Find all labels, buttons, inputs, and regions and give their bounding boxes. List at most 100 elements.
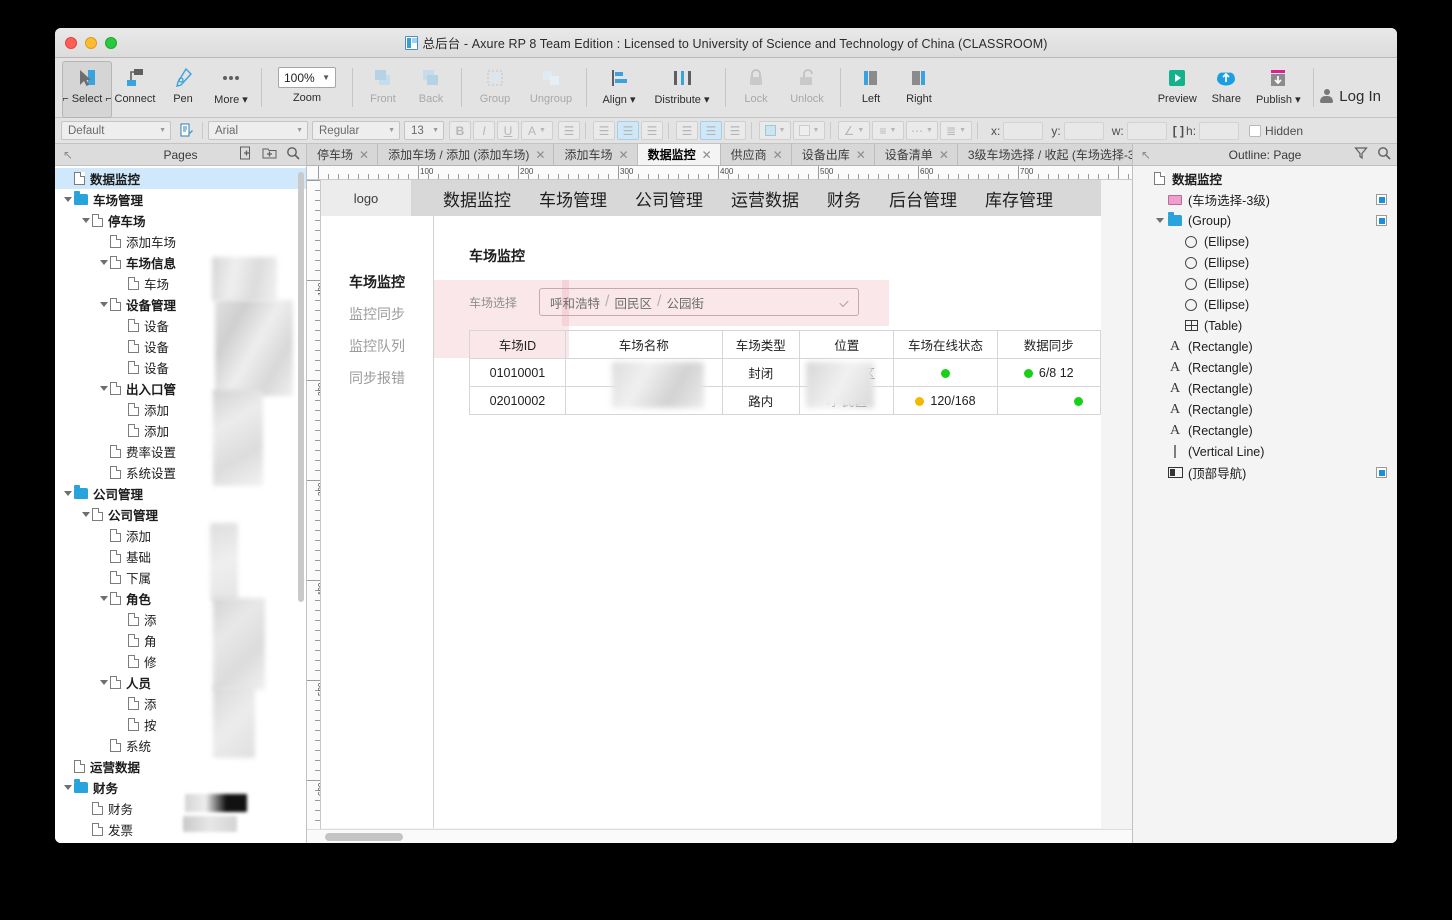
pages-tree-item[interactable]: 人员 (55, 672, 306, 693)
outline-tree-item[interactable]: (Ellipse) (1133, 252, 1397, 273)
tree-twisty-open-icon[interactable] (61, 785, 74, 790)
outline-tree-item[interactable]: 数据监控 (1133, 168, 1397, 189)
add-page-icon[interactable] (239, 146, 253, 163)
outline-tree-item[interactable]: A(Rectangle) (1133, 420, 1397, 441)
parking-lot-select[interactable]: 呼和浩特 / 回民区 / 公园街 (539, 288, 859, 316)
pages-tree-item[interactable]: 添 (55, 693, 306, 714)
pages-tree-item[interactable]: 按 (55, 714, 306, 735)
bold-button[interactable]: B (449, 121, 471, 140)
canvas-viewport[interactable]: logo 数据监控车场管理公司管理运营数据财务后台管理库存管理 车场监控监控同步… (321, 180, 1132, 829)
group-button[interactable]: Group (468, 62, 522, 117)
table-row[interactable]: 02010002 路内 呼 民区 120/168 (470, 387, 1101, 415)
font-weight-select[interactable]: Regular ▼ (312, 121, 400, 140)
pages-tree-item[interactable]: 设备管理 (55, 294, 306, 315)
document-tab[interactable]: 设备出库✕ (792, 144, 875, 165)
y-input[interactable] (1064, 122, 1104, 140)
outline-tree-item[interactable]: A(Rectangle) (1133, 399, 1397, 420)
bullet-list-button[interactable]: ☰ (558, 121, 580, 140)
tree-twisty-open-icon[interactable] (1153, 218, 1166, 223)
preview-button[interactable]: Preview (1151, 62, 1203, 117)
pages-tree-item[interactable]: 车场管理 (55, 189, 306, 210)
document-tab[interactable]: 停车场✕ (307, 144, 378, 165)
outline-tree-item[interactable]: A(Rectangle) (1133, 378, 1397, 399)
prototype-page[interactable]: logo 数据监控车场管理公司管理运营数据财务后台管理库存管理 车场监控监控同步… (321, 180, 1101, 828)
pages-tree-item[interactable]: 系统 (55, 735, 306, 756)
pages-tree-item[interactable]: 系统设置 (55, 462, 306, 483)
pages-tree-item[interactable]: 出入口管 (55, 378, 306, 399)
tree-twisty-open-icon[interactable] (97, 260, 110, 265)
connect-tool[interactable]: Connect (111, 62, 159, 117)
pages-tree-item[interactable]: 修 (55, 651, 306, 672)
add-folder-icon[interactable] (262, 146, 277, 163)
tree-twisty-open-icon[interactable] (61, 197, 74, 202)
ungroup-button[interactable]: Ungroup (522, 62, 580, 117)
tree-twisty-open-icon[interactable] (79, 218, 92, 223)
zoom-control[interactable]: 100% ▼ Zoom (268, 62, 346, 117)
filter-icon[interactable] (1354, 146, 1368, 163)
pages-tree-item[interactable]: 发票 (55, 819, 306, 840)
collapse-panel-icon[interactable]: ↖ (1141, 148, 1151, 162)
outline-tree-item[interactable]: (Vertical Line) (1133, 441, 1397, 462)
pages-tree-item[interactable]: 添加 (55, 525, 306, 546)
pages-tree-item[interactable]: 角色 (55, 588, 306, 609)
align-right-text-button[interactable]: ☰ (641, 121, 663, 140)
parking-lot-filter[interactable]: 车场选择 呼和浩特 / 回民区 / 公园街 (469, 288, 859, 316)
select-tool[interactable]: ⌐ Select ⌐ (63, 62, 111, 117)
top-nav-item[interactable]: 后台管理 (875, 186, 971, 211)
outline-tree-item[interactable]: A(Rectangle) (1133, 357, 1397, 378)
send-back-button[interactable]: Back (407, 62, 455, 117)
pages-tree-item[interactable]: 费率设置 (55, 441, 306, 462)
h-input[interactable] (1199, 122, 1239, 140)
more-tools[interactable]: More ▾ (207, 62, 255, 117)
pages-tree-item[interactable]: 公司管理 (55, 504, 306, 525)
outline-tree-item[interactable]: (顶部导航) (1133, 462, 1397, 483)
close-tab-icon[interactable]: ✕ (773, 148, 783, 162)
side-nav-item[interactable]: 车场监控 (321, 266, 433, 298)
hidden-checkbox[interactable] (1249, 125, 1261, 137)
distribute-button[interactable]: Distribute ▾ (645, 62, 719, 117)
top-nav-items[interactable]: 数据监控车场管理公司管理运营数据财务后台管理库存管理 (411, 186, 1067, 211)
pages-tree-item[interactable]: 添加车场 (55, 231, 306, 252)
outline-tree-item[interactable]: (车场选择-3级) (1133, 189, 1397, 210)
collapse-panel-icon[interactable]: ↖ (63, 148, 73, 162)
document-tab[interactable]: 3级车场选择 / 收起 (车场选择-3级)✕ (958, 144, 1132, 165)
parking-lot-table[interactable]: 车场ID 车场名称 车场类型 位置 车场在线状态 数据同步 (469, 330, 1101, 415)
outline-tree-item[interactable]: A(Rectangle) (1133, 336, 1397, 357)
close-tab-icon[interactable]: ✕ (535, 148, 545, 162)
align-center-text-button[interactable]: ☰ (617, 121, 639, 140)
align-middle-text-button[interactable]: ☰ (700, 121, 722, 140)
pages-tree-item[interactable]: 下属 (55, 567, 306, 588)
bring-front-button[interactable]: Front (359, 62, 407, 117)
font-family-select[interactable]: Arial ▼ (208, 121, 308, 140)
lock-button[interactable]: Lock (732, 62, 780, 117)
pages-tree[interactable]: 数据监控车场管理停车场添加车场车场信息车场设备管理设备设备设备出入口管添加添加费… (55, 166, 306, 843)
pages-tree-item[interactable]: 添加 (55, 420, 306, 441)
close-tab-icon[interactable]: ✕ (939, 148, 949, 162)
tree-twisty-open-icon[interactable] (79, 512, 92, 517)
pages-scrollbar[interactable] (298, 170, 304, 839)
pages-tree-item[interactable]: 设备 (55, 357, 306, 378)
outline-visibility-badge[interactable] (1376, 215, 1387, 226)
pages-tree-item[interactable]: 财务 (55, 777, 306, 798)
top-nav-item[interactable]: 公司管理 (621, 186, 717, 211)
scrollbar-thumb[interactable] (325, 833, 403, 841)
outline-tree-item[interactable]: (Ellipse) (1133, 273, 1397, 294)
pages-tree-item[interactable]: 车场 (55, 273, 306, 294)
document-tab[interactable]: 数据监控✕ (638, 144, 721, 165)
canvas-horizontal-scrollbar[interactable] (307, 829, 1132, 843)
document-tab-bar[interactable]: 停车场✕添加车场 / 添加 (添加车场)✕添加车场✕数据监控✕供应商✕设备出库✕… (307, 144, 1132, 166)
pages-tree-item[interactable]: 运营数据 (55, 756, 306, 777)
pages-tree-item[interactable]: 基础 (55, 546, 306, 567)
tree-twisty-open-icon[interactable] (97, 386, 110, 391)
close-tab-icon[interactable]: ✕ (856, 148, 866, 162)
align-button[interactable]: Align ▾ (593, 62, 645, 117)
document-tab[interactable]: 添加车场✕ (554, 144, 637, 165)
document-tab[interactable]: 供应商✕ (721, 144, 792, 165)
tree-twisty-open-icon[interactable] (61, 491, 74, 496)
side-nav-item[interactable]: 监控同步 (321, 298, 433, 330)
side-nav-item[interactable]: 同步报错 (321, 362, 433, 394)
zoom-combo[interactable]: 100% ▼ (278, 67, 336, 88)
pages-tree-item[interactable]: 停车场 (55, 210, 306, 231)
line-width-button[interactable]: ≡▼ (872, 121, 904, 140)
top-nav-item[interactable]: 财务 (813, 186, 875, 211)
